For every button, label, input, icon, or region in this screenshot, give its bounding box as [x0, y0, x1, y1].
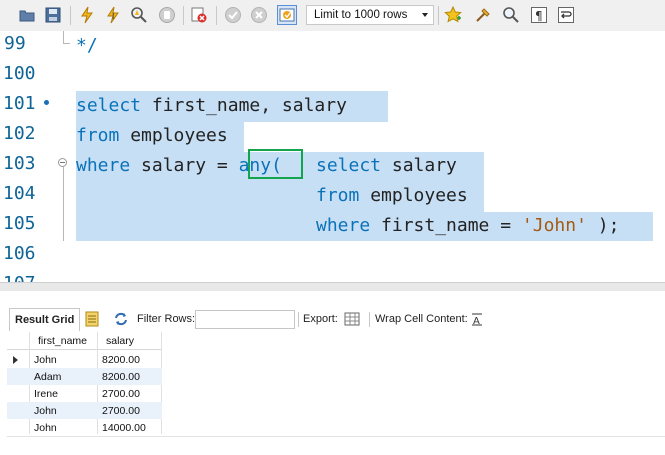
editor-horizontal-scrollbar[interactable]	[0, 282, 665, 291]
code-text: first_name =	[370, 215, 522, 236]
form-view-icon[interactable]	[84, 311, 100, 327]
add-snippet-icon[interactable]	[444, 6, 462, 24]
keyword-token: from	[316, 185, 360, 206]
column-header-salary[interactable]: salary	[106, 335, 134, 347]
code-line-105: where first_name = 'John' );	[316, 215, 619, 237]
table-row[interactable]: Irene 2700.00	[7, 385, 162, 402]
export-icon[interactable]	[344, 311, 360, 327]
find-icon[interactable]	[502, 6, 520, 24]
current-row-icon	[13, 356, 18, 364]
cell-first-name[interactable]: Adam	[34, 371, 61, 383]
string-token: 'John'	[521, 215, 587, 236]
autocommit-icon[interactable]	[277, 5, 297, 25]
keyword-token: from	[76, 125, 120, 146]
explain-icon[interactable]	[130, 6, 148, 24]
code-subquery-line-103: select salary	[316, 155, 457, 177]
rollback-icon[interactable]	[250, 6, 268, 24]
cell-first-name[interactable]: Irene	[34, 388, 58, 400]
code-text: first_name, salary	[141, 95, 347, 116]
line-number: 102	[3, 123, 36, 144]
column-header-first-name[interactable]: first_name	[38, 335, 87, 347]
result-grid[interactable]: first_name salary John 8200.00 Adam 8200…	[7, 332, 162, 436]
cell-first-name[interactable]: John	[34, 422, 57, 434]
invisible-chars-icon[interactable]: ¶	[530, 6, 548, 24]
export-label: Export:	[303, 313, 338, 325]
table-row[interactable]: Adam 8200.00	[7, 368, 162, 385]
keyword-token: where	[76, 155, 131, 176]
any-highlight-box	[248, 149, 303, 179]
refresh-icon[interactable]	[113, 311, 129, 327]
execute-current-icon[interactable]: I	[104, 6, 122, 24]
code-text: employees	[119, 125, 228, 146]
tab-result-grid[interactable]: Result Grid	[9, 308, 81, 331]
toolbar-separator	[183, 6, 184, 25]
chevron-down-icon	[422, 13, 428, 17]
save-icon[interactable]	[44, 6, 62, 24]
cell-first-name[interactable]: John	[34, 354, 57, 366]
line-number: 104	[3, 183, 36, 204]
cell-salary[interactable]: 14000.00	[102, 422, 146, 434]
toolbar-separator	[369, 312, 370, 327]
line-number: 105	[3, 213, 36, 234]
code-text: salary	[381, 155, 457, 176]
folder-open-icon[interactable]	[18, 6, 36, 24]
line-number: 106	[3, 243, 36, 264]
line-number: 101	[3, 93, 36, 114]
code-text: employees	[359, 185, 468, 206]
code-text: salary =	[130, 155, 239, 176]
table-row[interactable]: John 2700.00	[7, 402, 162, 419]
cell-salary[interactable]: 8200.00	[102, 371, 140, 383]
limit-rows-select[interactable]: Limit to 1000 rows	[306, 5, 434, 25]
stop-icon[interactable]	[158, 6, 176, 24]
beautify-icon[interactable]	[474, 6, 492, 24]
toolbar-separator	[70, 6, 71, 25]
result-toolbar: Result Grid Filter Rows: Export: Wrap Ce…	[0, 308, 665, 332]
cell-salary[interactable]: 8200.00	[102, 354, 140, 366]
wrap-cell-content-label: Wrap Cell Content:	[375, 313, 468, 325]
comment-token: */	[76, 35, 98, 56]
keyword-token: where	[316, 215, 371, 236]
filter-rows-label: Filter Rows:	[137, 313, 196, 325]
svg-text:¶: ¶	[535, 9, 543, 23]
cell-first-name[interactable]: John	[34, 405, 57, 417]
line-number: 100	[3, 63, 36, 84]
wrap-icon[interactable]	[557, 6, 575, 24]
code-line-104: from employees	[316, 185, 468, 207]
toolbar-separator	[438, 6, 439, 25]
fold-toggle-icon[interactable]	[58, 158, 67, 167]
code-line-102: from employees	[76, 125, 228, 147]
line-number: 103	[3, 153, 36, 174]
cell-salary[interactable]: 2700.00	[102, 405, 140, 417]
toolbar-separator	[298, 312, 299, 327]
wrap-cell-icon[interactable]: A	[469, 311, 485, 327]
toolbar-separator	[216, 6, 217, 25]
filter-rows-input[interactable]	[195, 310, 295, 329]
commit-icon[interactable]	[224, 6, 242, 24]
keyword-token: select	[76, 95, 142, 116]
fold-line	[63, 43, 70, 44]
line-number: 107	[3, 273, 43, 282]
code-line-101: select first_name, salary	[76, 95, 347, 117]
code-text: );	[586, 215, 620, 236]
table-row[interactable]: John 14000.00	[7, 419, 162, 436]
fold-line	[63, 167, 64, 241]
table-row[interactable]: John 8200.00	[7, 351, 162, 368]
statement-marker-icon	[44, 100, 49, 105]
keyword-token: select	[316, 155, 382, 176]
cell-salary[interactable]: 2700.00	[102, 388, 140, 400]
fold-line	[63, 31, 64, 43]
sql-editor[interactable]: 99 100 101 102 103 104 105 106 107 */ se…	[0, 31, 665, 282]
toggle-error-icon[interactable]	[190, 6, 208, 24]
line-number: 99	[4, 33, 26, 54]
svg-text:I: I	[112, 12, 114, 21]
code-line-99: */	[76, 35, 98, 57]
sql-editor-toolbar: I Limit to 1000 rows ¶	[0, 0, 665, 32]
limit-rows-value: Limit to 1000 rows	[314, 9, 408, 21]
grid-bottom-border	[7, 436, 665, 437]
execute-icon[interactable]	[78, 6, 96, 24]
grid-header: first_name salary	[7, 332, 162, 350]
